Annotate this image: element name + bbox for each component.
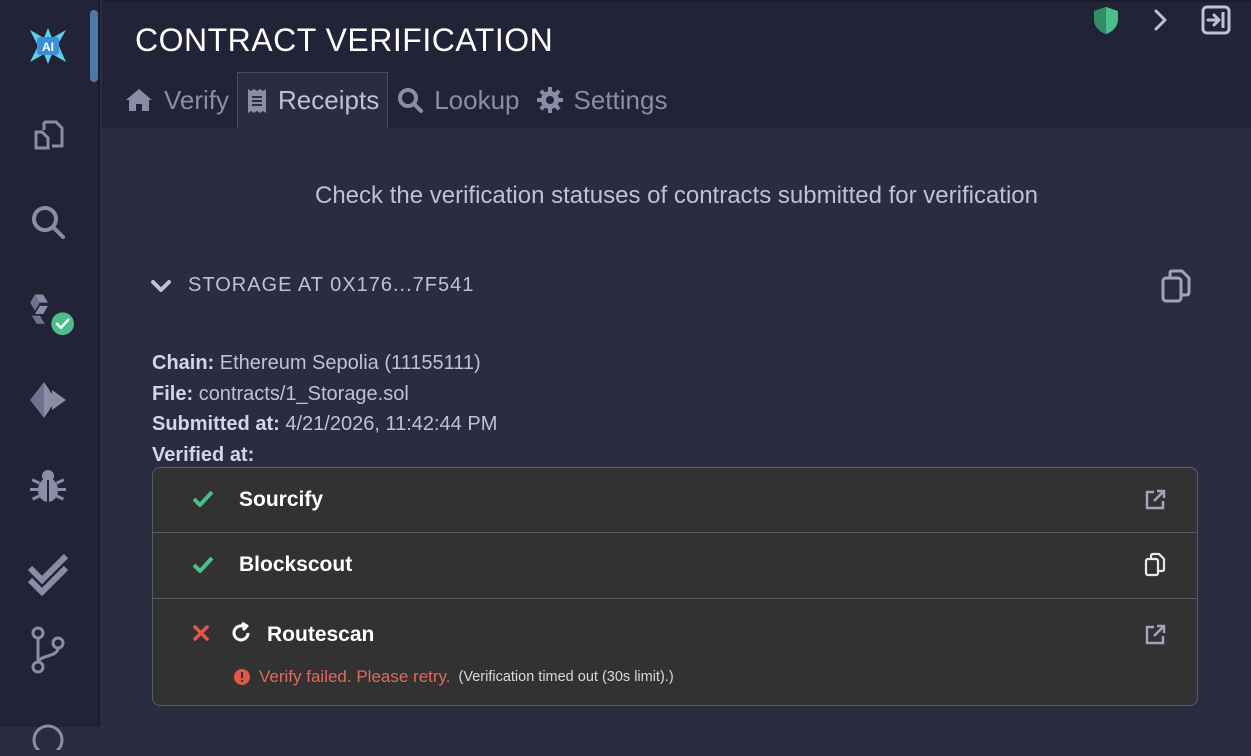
more-icon[interactable] bbox=[22, 704, 74, 756]
tab-verify[interactable]: Verify bbox=[116, 72, 237, 128]
search-icon[interactable] bbox=[22, 196, 74, 248]
external-link-icon[interactable] bbox=[1143, 623, 1167, 652]
submitted-label: Submitted at: bbox=[152, 413, 280, 435]
file-label: File: bbox=[152, 382, 194, 405]
verification-providers-table: Sourcify Blockscout Routescan Verify fai… bbox=[152, 467, 1198, 706]
provider-row-routescan: Routescan Verify failed. Please retry. (… bbox=[153, 599, 1197, 705]
page-title: CONTRACT VERIFICATION bbox=[135, 22, 554, 58]
file-value: contracts/1_Storage.sol bbox=[198, 382, 409, 405]
provider-name: Sourcify bbox=[239, 488, 324, 511]
main-panel: CONTRACT VERIFICATION Verify Receipts Lo… bbox=[102, 0, 1251, 727]
verified-label: Verified at: bbox=[152, 443, 255, 466]
deploy-run-icon[interactable] bbox=[22, 374, 74, 426]
gear-icon bbox=[536, 87, 563, 113]
activity-bar: AI bbox=[0, 0, 100, 750]
failed-x-icon bbox=[191, 623, 211, 648]
svg-text:AI: AI bbox=[42, 40, 54, 54]
provider-row-blockscout: Blockscout bbox=[153, 533, 1197, 599]
error-text: Verify failed. Please retry. bbox=[259, 667, 451, 686]
tab-receipts[interactable]: Receipts bbox=[237, 72, 389, 128]
plugin-header: CONTRACT VERIFICATION Verify Receipts Lo… bbox=[102, 2, 1251, 128]
chevron-right-icon[interactable] bbox=[1142, 2, 1178, 38]
provider-name: Routescan bbox=[267, 623, 375, 646]
tab-settings[interactable]: Settings bbox=[528, 72, 676, 128]
alert-circle-icon bbox=[234, 669, 250, 685]
chain-value: Ethereum Sepolia (11155111) bbox=[219, 352, 481, 374]
receipt-details: Chain: Ethereum Sepolia (11155111) File:… bbox=[152, 348, 497, 470]
tab-verify-label: Verify bbox=[164, 84, 230, 115]
solidity-compiler-icon[interactable] bbox=[22, 288, 74, 340]
submitted-row: Submitted at: 4/21/2026, 11:42:44 PM bbox=[152, 409, 497, 440]
tab-lookup-label: Lookup bbox=[434, 84, 520, 115]
home-icon bbox=[126, 89, 152, 111]
receipt-title: STORAGE AT 0X176...7F541 bbox=[188, 274, 475, 296]
ai-logo-icon[interactable]: AI bbox=[22, 20, 74, 72]
provider-row-sourcify: Sourcify bbox=[153, 468, 1197, 533]
debugger-icon[interactable] bbox=[22, 460, 74, 512]
error-message: Verify failed. Please retry. (Verificati… bbox=[233, 667, 674, 687]
shield-icon[interactable] bbox=[1088, 2, 1124, 38]
file-row: File: contracts/1_Storage.sol bbox=[152, 379, 497, 410]
provider-name: Blockscout bbox=[239, 553, 353, 576]
submitted-value: 4/21/2026, 11:42:44 PM bbox=[285, 413, 498, 435]
error-detail: (Verification timed out (30s limit).) bbox=[458, 669, 674, 685]
tab-receipts-label: Receipts bbox=[278, 85, 380, 115]
chain-row: Chain: Ethereum Sepolia (11155111) bbox=[152, 348, 497, 379]
active-indicator bbox=[90, 10, 98, 82]
check-icon bbox=[191, 488, 215, 515]
git-icon[interactable] bbox=[22, 624, 74, 676]
retry-icon[interactable] bbox=[229, 621, 253, 650]
tab-bar: Verify Receipts Lookup Settings bbox=[116, 72, 675, 128]
copy-icon[interactable] bbox=[1160, 268, 1192, 309]
chevron-down-icon bbox=[151, 279, 171, 292]
contract-verification-icon[interactable] bbox=[22, 548, 74, 600]
verified-row: Verified at: bbox=[152, 440, 497, 471]
files-icon[interactable] bbox=[22, 110, 74, 162]
external-link-icon[interactable] bbox=[1143, 488, 1167, 517]
check-icon bbox=[191, 554, 215, 581]
copy-icon[interactable] bbox=[1144, 552, 1166, 583]
close-plugin-icon[interactable] bbox=[1198, 2, 1234, 38]
page-subtitle: Check the verification statuses of contr… bbox=[315, 182, 1038, 209]
tab-settings-label: Settings bbox=[573, 84, 668, 115]
tab-lookup[interactable]: Lookup bbox=[388, 72, 527, 128]
search-icon bbox=[398, 88, 424, 113]
receipt-icon bbox=[248, 88, 267, 113]
receipt-collapse-toggle[interactable]: STORAGE AT 0X176...7F541 bbox=[150, 274, 474, 297]
chain-label: Chain: bbox=[152, 352, 215, 374]
